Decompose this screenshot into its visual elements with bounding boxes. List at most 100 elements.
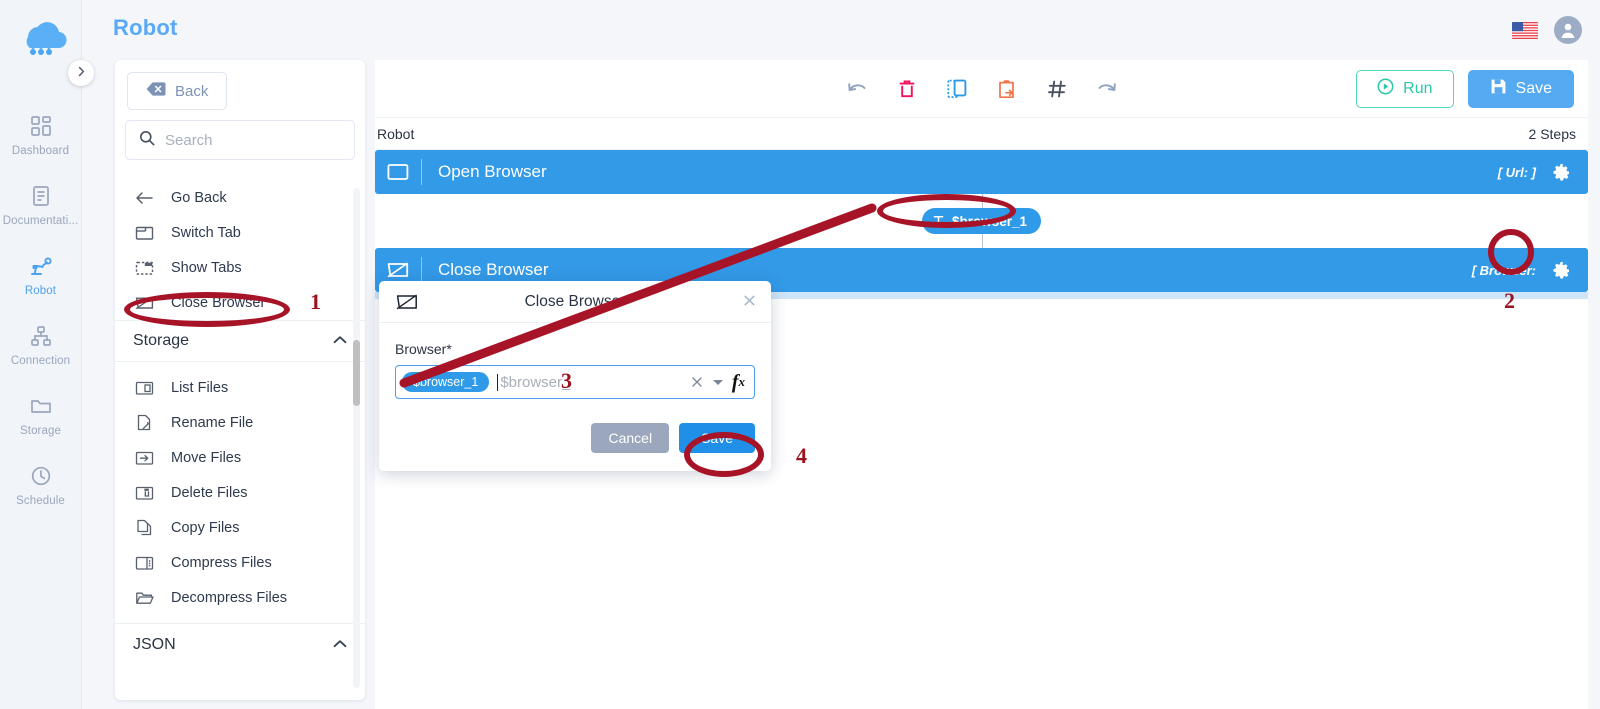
group-header-storage[interactable]: Storage (115, 320, 365, 362)
panel-scrollbar-track[interactable] (353, 188, 360, 688)
gear-icon[interactable] (1550, 259, 1572, 281)
sidebar-item-dashboard[interactable]: Dashboard (0, 100, 81, 170)
browser-field-label: Browser* (395, 341, 452, 357)
clear-x-icon[interactable] (690, 375, 704, 389)
action-item-close-browser[interactable]: Close Browser (129, 285, 347, 320)
flow-summary-bar: Robot 2 Steps (375, 118, 1588, 150)
action-item-compress-files[interactable]: Compress Files (129, 545, 347, 580)
action-item-go-back[interactable]: Go Back (129, 180, 347, 215)
selected-variable-tag[interactable]: $browser_1 (402, 372, 490, 392)
action-item-label: Switch Tab (171, 224, 241, 241)
sidebar-item-label: Connection (10, 355, 71, 367)
duplicate-icon[interactable] (945, 77, 969, 101)
action-item-rename-file[interactable]: Rename File (129, 405, 347, 440)
save-button[interactable]: Save (1467, 70, 1574, 108)
close-browser-icon (133, 295, 155, 311)
sidebar-item-connection[interactable]: Connection (0, 310, 81, 380)
close-browser-icon (395, 292, 419, 317)
arrow-left-icon (133, 190, 155, 206)
text-caret (497, 373, 499, 391)
left-nav-rail: Dashboard Documentati... Robot Connectio… (0, 0, 82, 709)
chevron-up-icon (333, 636, 347, 654)
user-avatar-icon[interactable] (1554, 16, 1582, 44)
cloud-network-logo[interactable] (13, 10, 69, 66)
panel-header: Back (115, 60, 365, 110)
sidebar-item-label: Robot (24, 285, 57, 297)
browser-window-icon (375, 162, 421, 182)
action-item-delete-files[interactable]: Delete Files (129, 475, 347, 510)
undo-icon[interactable] (845, 77, 869, 101)
close-icon[interactable] (742, 293, 757, 311)
back-button-label: Back (175, 82, 209, 100)
hash-icon[interactable] (1045, 77, 1069, 101)
back-button[interactable]: Back (127, 72, 228, 110)
variable-chip-browser-1[interactable]: $browser_1 (921, 208, 1042, 234)
tabs-dashed-icon (133, 260, 155, 276)
paste-icon[interactable] (995, 77, 1019, 101)
action-item-decompress-files[interactable]: Decompress Files (129, 580, 347, 615)
action-item-label: Move Files (171, 449, 242, 466)
action-item-label: Show Tabs (171, 259, 242, 276)
action-item-label: List Files (171, 379, 229, 396)
browser-input-area[interactable]: $browser_ (497, 373, 682, 391)
file-move-icon (133, 450, 155, 466)
panel-scrollbar-thumb[interactable] (353, 340, 360, 406)
canvas-tool-icons (845, 77, 1119, 101)
step-connector: $browser_1 (375, 194, 1588, 248)
step-param-label: [ Browser: (1471, 262, 1536, 278)
group-header-json[interactable]: JSON (115, 623, 365, 665)
folder-open-icon (133, 590, 155, 606)
step-params: [ Browser: (1472, 259, 1588, 281)
backspace-icon (146, 81, 166, 101)
us-flag-icon[interactable] (1512, 21, 1538, 39)
sidebar-item-schedule[interactable]: Schedule (0, 450, 81, 520)
action-item-label: Decompress Files (171, 589, 288, 606)
chevron-right-icon (76, 64, 87, 82)
browser-input-placeholder: $browser_ (500, 373, 571, 391)
group-header-label: JSON (133, 635, 176, 653)
search-container (115, 110, 365, 170)
close-browser-dialog: Close Browser Browser* $browser_1 $brows… (379, 281, 771, 471)
document-icon (30, 183, 52, 209)
run-button[interactable]: Run (1356, 70, 1454, 108)
header-actions (1512, 16, 1582, 44)
sidebar-item-robot[interactable]: Robot (0, 240, 81, 310)
steps-count: 2 Steps (1528, 125, 1576, 142)
delete-icon[interactable] (895, 77, 919, 101)
fx-icon[interactable]: fx (732, 371, 745, 394)
sidebar-item-documentation[interactable]: Documentati... (0, 170, 81, 240)
search-input[interactable] (165, 131, 341, 149)
browser-field[interactable]: $browser_1 $browser_ fx (395, 365, 755, 399)
action-item-label: Close Browser (171, 294, 266, 311)
action-list: Go Back Switch Tab Show Tabs Close Brows… (115, 180, 365, 665)
sidebar-item-storage[interactable]: Storage (0, 380, 81, 450)
chevron-down-icon[interactable] (712, 378, 724, 386)
variable-chip-label: $browser_1 (951, 213, 1028, 229)
canvas-toolbar: Run Save (375, 60, 1588, 118)
page-title: Robot (113, 15, 178, 40)
robot-arm-icon (29, 253, 53, 279)
run-button-label: Run (1403, 80, 1433, 97)
step-divider (421, 159, 422, 185)
search-box[interactable] (125, 120, 355, 160)
action-item-show-tabs[interactable]: Show Tabs (129, 250, 347, 285)
action-item-copy-files[interactable]: Copy Files (129, 510, 347, 545)
step-row[interactable]: Open Browser [ Url: ] (375, 150, 1588, 194)
action-item-switch-tab[interactable]: Switch Tab (129, 215, 347, 250)
file-delete-icon (133, 485, 155, 501)
action-item-list-files[interactable]: List Files (129, 370, 347, 405)
rail-item-list: Dashboard Documentati... Robot Connectio… (0, 100, 81, 520)
flow-name: Robot (377, 125, 415, 142)
dialog-title: Close Browser (524, 292, 626, 310)
folder-icon (29, 393, 53, 419)
action-item-move-files[interactable]: Move Files (129, 440, 347, 475)
gear-icon[interactable] (1550, 161, 1572, 183)
tab-icon (133, 225, 155, 241)
redo-icon[interactable] (1095, 77, 1119, 101)
cancel-button[interactable]: Cancel (591, 423, 670, 453)
step-divider (421, 257, 422, 283)
action-item-label: Go Back (171, 189, 227, 206)
step-name: Close Browser (438, 260, 549, 279)
dialog-save-button[interactable]: Save (679, 423, 755, 453)
sidebar-collapse-toggle[interactable] (68, 60, 94, 86)
